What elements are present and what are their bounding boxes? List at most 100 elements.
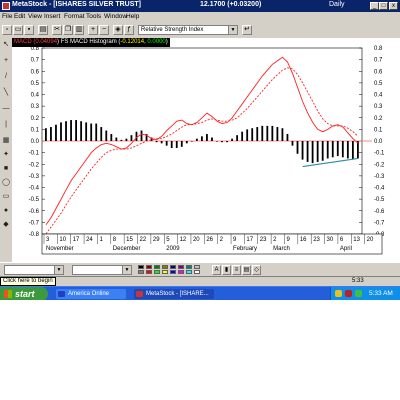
x-month-label: March bbox=[273, 246, 290, 252]
task-america-online[interactable]: America Online bbox=[56, 289, 126, 299]
color-swatch[interactable] bbox=[170, 270, 176, 274]
fibonacci-tool-icon[interactable]: ✦ bbox=[1, 150, 11, 159]
color-swatch[interactable] bbox=[194, 270, 200, 274]
y-tick-label-left: 0.4 bbox=[31, 93, 40, 99]
y-tick-label-left: 0.0 bbox=[31, 139, 40, 145]
color-swatch[interactable] bbox=[194, 265, 200, 269]
menu-format[interactable]: Format bbox=[64, 13, 85, 20]
diamond-tool-icon[interactable]: ◆ bbox=[1, 220, 11, 229]
vertical-line-tool-icon[interactable]: | bbox=[1, 120, 11, 129]
grid-tool-icon[interactable]: ▦ bbox=[1, 136, 11, 145]
diagonal-tool-icon[interactable]: ╲ bbox=[1, 88, 11, 97]
menu-tools[interactable]: Tools bbox=[86, 13, 101, 20]
zoom-in-icon[interactable]: + bbox=[88, 25, 98, 35]
y-tick-label-right: -0.6 bbox=[374, 209, 385, 215]
menu-file[interactable]: File bbox=[2, 13, 12, 20]
explorer-icon[interactable]: ◈ bbox=[113, 25, 123, 35]
indicator-builder-icon[interactable]: ƒ bbox=[124, 25, 134, 35]
tray-volume-icon[interactable] bbox=[355, 290, 362, 297]
color-swatch[interactable] bbox=[138, 270, 144, 274]
tray-network-icon[interactable] bbox=[335, 290, 342, 297]
object-icon[interactable]: ◇ bbox=[252, 265, 261, 275]
color-swatch[interactable] bbox=[146, 265, 152, 269]
task-metastock[interactable]: MetaStock - [ISHARE... bbox=[134, 289, 214, 299]
maximize-button[interactable]: □ bbox=[379, 2, 388, 10]
save-icon[interactable]: ▪ bbox=[24, 25, 34, 35]
histogram-bar bbox=[110, 134, 113, 141]
paste-icon[interactable]: ▥ bbox=[74, 25, 84, 35]
histogram-bar bbox=[316, 141, 319, 162]
menu-help[interactable]: Help bbox=[126, 13, 139, 20]
bar-style-icon[interactable]: ▮ bbox=[222, 265, 231, 275]
menu-edit[interactable]: Edit bbox=[14, 13, 25, 20]
text-tool-icon[interactable]: A bbox=[212, 265, 221, 275]
copy-icon[interactable]: ❐ bbox=[63, 25, 73, 35]
y-tick-label-right: -0.7 bbox=[374, 220, 385, 226]
color-swatch[interactable] bbox=[170, 265, 176, 269]
histogram-bar bbox=[211, 137, 213, 141]
histogram-bar bbox=[326, 141, 329, 159]
histogram-bar bbox=[175, 141, 178, 148]
chevron-down-icon[interactable]: ▼ bbox=[122, 266, 131, 274]
start-button[interactable]: start bbox=[0, 287, 48, 301]
histogram-bar bbox=[155, 141, 158, 143]
histogram-bar bbox=[216, 141, 218, 142]
color-swatch[interactable] bbox=[154, 265, 160, 269]
close-button[interactable]: x bbox=[389, 2, 398, 10]
minimize-button[interactable]: _ bbox=[370, 2, 379, 10]
histogram-bar bbox=[90, 123, 93, 141]
y-tick-label-right: -0.1 bbox=[374, 151, 385, 157]
color-swatch[interactable] bbox=[162, 270, 168, 274]
y-tick-label-right: 0.2 bbox=[374, 116, 383, 122]
horizontal-line-tool-icon[interactable]: — bbox=[1, 104, 11, 113]
histogram-bar bbox=[221, 141, 223, 143]
y-tick-label-left: -0.6 bbox=[29, 209, 40, 215]
color-swatch[interactable] bbox=[162, 265, 168, 269]
histogram-bar bbox=[281, 128, 284, 141]
new-chart-icon[interactable]: ▫ bbox=[2, 25, 12, 35]
trendline-tool-icon[interactable]: / bbox=[1, 72, 11, 81]
apply-indicator-icon[interactable]: ↵ bbox=[242, 25, 252, 35]
x-day-label: 17 bbox=[246, 237, 253, 243]
zoom-out-icon[interactable]: − bbox=[99, 25, 109, 35]
tray-shield-icon[interactable] bbox=[345, 290, 352, 297]
menu-view[interactable]: View bbox=[28, 13, 42, 20]
histogram-bar bbox=[351, 141, 354, 160]
table-icon[interactable]: ▤ bbox=[242, 265, 251, 275]
crosshair-tool-icon[interactable]: + bbox=[1, 56, 11, 65]
app-icon[interactable] bbox=[2, 2, 10, 10]
histogram-bar bbox=[140, 130, 143, 141]
histogram-bar bbox=[185, 141, 188, 144]
chart-area[interactable]: MACD (0.04094) FS MACD Histogram (-0.120… bbox=[12, 38, 400, 262]
histogram-bar bbox=[321, 141, 324, 161]
histogram-bar bbox=[135, 131, 138, 141]
color-swatch[interactable] bbox=[186, 270, 192, 274]
open-icon[interactable]: ▭ bbox=[13, 25, 23, 35]
color-swatch[interactable] bbox=[146, 270, 152, 274]
print-icon[interactable]: ▤ bbox=[38, 25, 48, 35]
chevron-down-icon[interactable]: ▼ bbox=[54, 266, 63, 274]
chevron-down-icon[interactable]: ▼ bbox=[228, 26, 237, 34]
histogram-bar bbox=[241, 131, 244, 141]
list-icon[interactable]: ≡ bbox=[232, 265, 241, 275]
indicator-select[interactable]: Relative Strength Index ▼ bbox=[138, 25, 238, 35]
color-swatch[interactable] bbox=[186, 265, 192, 269]
line-style-select[interactable]: ▼ bbox=[4, 265, 64, 275]
ellipse-tool-icon[interactable]: ◯ bbox=[1, 178, 11, 187]
fill-tool-icon[interactable]: ■ bbox=[1, 164, 11, 173]
cut-icon[interactable]: ✂ bbox=[52, 25, 62, 35]
menu-insert[interactable]: Insert bbox=[44, 13, 60, 20]
symbol-tool-icon[interactable]: ● bbox=[1, 206, 11, 215]
x-month-label: 2009 bbox=[166, 246, 180, 252]
y-tick-label-left: 0.8 bbox=[31, 46, 40, 52]
menu-window[interactable]: Window bbox=[104, 13, 127, 20]
rectangle-tool-icon[interactable]: ▭ bbox=[1, 192, 11, 201]
pointer-tool-icon[interactable]: ↖ bbox=[1, 40, 11, 49]
line-weight-select[interactable]: ▼ bbox=[72, 265, 132, 275]
color-swatch[interactable] bbox=[154, 270, 160, 274]
color-swatch[interactable] bbox=[178, 270, 184, 274]
color-swatch[interactable] bbox=[178, 265, 184, 269]
histogram-bar bbox=[195, 138, 198, 141]
color-swatch[interactable] bbox=[138, 265, 144, 269]
histogram-bar bbox=[105, 130, 108, 141]
